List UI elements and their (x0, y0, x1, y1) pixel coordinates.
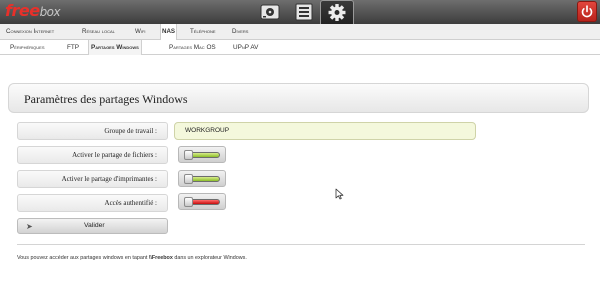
help-text-after: dans un explorateur Windows. (172, 255, 247, 261)
workgroup-label: Groupe de travail : (17, 122, 168, 140)
file-list-icon[interactable] (287, 0, 321, 24)
sub-menu: Périphériques FTP Partages Windows Parta… (0, 40, 600, 55)
validate-button[interactable]: ➤ Valider (17, 218, 168, 234)
auth-toggle[interactable] (178, 193, 226, 210)
mouse-cursor-icon (335, 188, 344, 200)
file-sharing-toggle[interactable] (178, 146, 226, 163)
printer-sharing-toggle[interactable] (178, 170, 226, 187)
gear-icon[interactable] (320, 0, 354, 24)
panel-header: Paramètres des partages Windows (8, 83, 589, 113)
power-icon[interactable] (577, 1, 597, 22)
menu-item-telephone[interactable]: Téléphone (190, 24, 216, 40)
top-bar: freebox (0, 0, 600, 24)
chevron-right-icon: ➤ (26, 222, 33, 231)
page-title: Paramètres des partages Windows (24, 92, 188, 106)
main-menu: Connexion Internet Réseau local Wifi NAS… (0, 24, 600, 40)
menu-item-divers[interactable]: Divers (232, 24, 248, 40)
logo-brand: free (5, 1, 40, 20)
menu-item-connexion-internet[interactable]: Connexion Internet (6, 24, 54, 40)
tab-upnp-av[interactable]: UPnP AV (233, 40, 258, 55)
printer-sharing-label: Activer le partage d'imprimantes : (17, 170, 168, 188)
help-text-path: \\Freebox (148, 255, 173, 261)
menu-item-nas[interactable]: NAS (160, 24, 178, 40)
file-sharing-label: Activer le partage de fichiers : (17, 146, 168, 164)
tab-partages-mac-os[interactable]: Partages Mac OS (169, 40, 216, 55)
tab-ftp[interactable]: FTP (67, 40, 79, 55)
toggle-knob (184, 197, 193, 207)
help-text: Vous pouvez accéder aux partages windows… (17, 255, 247, 261)
menu-item-reseau-local[interactable]: Réseau local (82, 24, 115, 40)
divider (17, 244, 585, 245)
workgroup-input[interactable]: WORKGROUP (174, 122, 476, 140)
tab-partages-windows[interactable]: Partages Windows (88, 40, 142, 55)
toggle-knob (184, 150, 193, 160)
validate-button-label: Valider (84, 222, 105, 229)
auth-label: Accès authentifié : (17, 194, 168, 212)
logo-rest: box (39, 5, 61, 19)
hard-drive-icon[interactable] (253, 0, 287, 24)
toggle-knob (184, 174, 193, 184)
freebox-logo[interactable]: freebox (5, 1, 61, 22)
tab-peripheriques[interactable]: Périphériques (10, 40, 45, 55)
help-text-before: Vous pouvez accéder aux partages windows… (17, 255, 149, 261)
menu-item-wifi[interactable]: Wifi (135, 24, 146, 40)
